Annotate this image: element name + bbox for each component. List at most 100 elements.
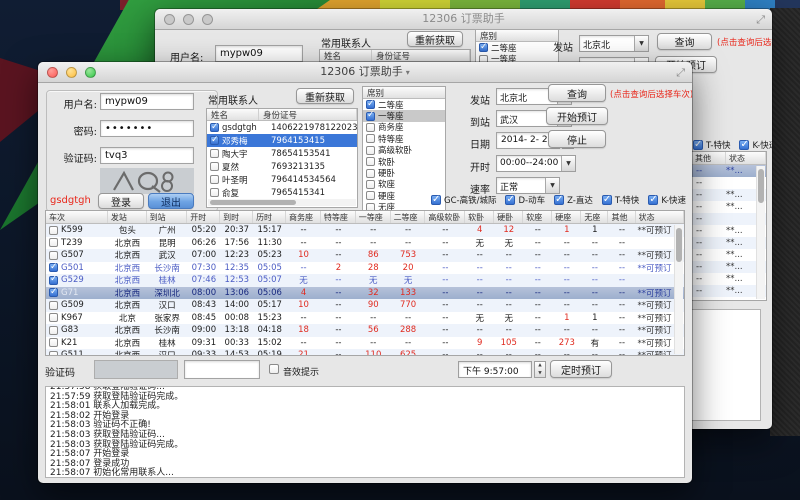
contact-checkbox[interactable] bbox=[210, 175, 219, 184]
password-input[interactable]: ••••••• bbox=[100, 120, 194, 137]
train-row[interactable]: G509北京西汉口08:4314:0005:1710--90770-------… bbox=[46, 299, 684, 312]
fullscreen-icon[interactable]: ⤢ bbox=[676, 66, 685, 80]
row-checkbox[interactable] bbox=[49, 276, 58, 285]
column-header[interactable]: 硬卧 bbox=[494, 211, 523, 223]
column-header[interactable]: 无座 bbox=[581, 211, 608, 223]
row-checkbox[interactable] bbox=[49, 301, 58, 310]
contact-row[interactable]: 俞复7965415341 bbox=[207, 186, 357, 199]
row-checkbox[interactable] bbox=[49, 238, 58, 247]
captcha-image[interactable] bbox=[100, 168, 194, 194]
background-window-titlebar[interactable]: 12306 订票助手 ⤢ bbox=[155, 9, 772, 30]
train-row[interactable]: K967北京张家界08:4500:0815:23----------无无--11… bbox=[46, 312, 684, 325]
main-window-titlebar[interactable]: 12306 订票助手▾ ⤢ bbox=[38, 62, 692, 83]
column-header[interactable]: 硬座 bbox=[552, 211, 581, 223]
train-type-checkbox[interactable] bbox=[431, 195, 441, 205]
train-row[interactable]: G529北京西桂林07:4612:5305:07无--无无-----------… bbox=[46, 274, 684, 287]
seat-class-row[interactable]: 特等座 bbox=[363, 133, 445, 144]
seat-class-row[interactable]: 高级软卧 bbox=[363, 145, 445, 156]
bg-scrollbar[interactable] bbox=[756, 166, 765, 299]
bg-results-strip[interactable]: 其他 状态 --**...----**...--**...----**...--… bbox=[691, 151, 767, 301]
seat-checkbox[interactable] bbox=[479, 43, 488, 52]
train-type-checkbox[interactable] bbox=[602, 195, 612, 205]
column-header[interactable]: 特等座 bbox=[321, 211, 356, 223]
train-row[interactable]: G507北京西武汉07:0012:2305:2310--86753-------… bbox=[46, 249, 684, 262]
contact-checkbox[interactable] bbox=[210, 162, 219, 171]
column-header[interactable]: 历时 bbox=[253, 211, 286, 223]
dropdown-arrow-icon[interactable]: ▼ bbox=[561, 156, 575, 171]
dropdown-arrow-icon[interactable]: ▼ bbox=[545, 178, 559, 193]
seat-checkbox[interactable] bbox=[366, 180, 375, 189]
contact-checkbox[interactable] bbox=[210, 123, 219, 132]
column-header[interactable]: 到站 bbox=[147, 211, 188, 223]
bg-result-row[interactable]: --**... bbox=[692, 237, 766, 249]
contact-row[interactable]: 叶圣明796414534564 bbox=[207, 173, 357, 186]
row-checkbox[interactable] bbox=[49, 251, 58, 260]
query-button[interactable]: 查询 bbox=[548, 84, 606, 102]
bg-result-row[interactable]: --**... bbox=[692, 225, 766, 237]
bg-query-button[interactable]: 查询 bbox=[657, 33, 712, 50]
fg-type-item[interactable]: Z-直达 bbox=[554, 194, 593, 206]
timer-stepper[interactable]: ▲ ▼ bbox=[534, 361, 546, 378]
seat-checkbox[interactable] bbox=[366, 123, 375, 132]
bg-result-row[interactable]: -- bbox=[692, 177, 766, 189]
contacts-hscrollbar[interactable] bbox=[208, 199, 356, 206]
train-row[interactable]: G511北京西汉口09:3314:5305:1921--110625------… bbox=[46, 349, 684, 356]
fg-type-item[interactable]: D-动车 bbox=[505, 194, 545, 206]
bg-result-row[interactable]: --**... bbox=[692, 261, 766, 273]
column-header[interactable]: 高级软卧 bbox=[425, 211, 465, 223]
sound-checkbox[interactable] bbox=[269, 364, 279, 374]
contact-checkbox[interactable] bbox=[210, 188, 219, 197]
contact-row[interactable]: 夏然7693213135 bbox=[207, 160, 357, 173]
column-header[interactable]: 软卧 bbox=[465, 211, 494, 223]
zoom-icon[interactable] bbox=[202, 14, 213, 25]
fg-type-item[interactable]: GC-高铁/城际 bbox=[431, 194, 496, 206]
bg-result-row[interactable]: --**... bbox=[692, 189, 766, 201]
train-table[interactable]: 车次发站到站开时到时历时商务座特等座一等座二等座高级软卧软卧硬卧软座硬座无座其他… bbox=[45, 210, 685, 356]
bg-result-row[interactable]: -- bbox=[692, 213, 766, 225]
row-checkbox[interactable] bbox=[49, 338, 58, 347]
train-row[interactable]: G501北京西长沙南07:3012:3505:05--22820--------… bbox=[46, 262, 684, 275]
seat-checkbox[interactable] bbox=[366, 100, 375, 109]
depart-time-select[interactable]: 00:00--24:00 ▼ bbox=[496, 155, 576, 172]
contacts-list[interactable]: 姓名 身份证号 gsdgtgh140622197812202315邓秀梅7964… bbox=[206, 108, 358, 208]
column-header[interactable]: 其他 bbox=[608, 211, 635, 223]
train-type-checkbox[interactable] bbox=[693, 140, 703, 150]
bg-result-row[interactable]: --**... bbox=[692, 201, 766, 213]
column-header[interactable]: 开时 bbox=[187, 211, 220, 223]
close-icon[interactable] bbox=[164, 14, 175, 25]
fg-type-item[interactable]: K-快速 bbox=[648, 194, 686, 206]
minimize-icon[interactable] bbox=[66, 67, 77, 78]
train-row[interactable]: G71北京西深圳北08:0013:0605:064--32133--------… bbox=[46, 287, 684, 300]
bg-username-input[interactable]: mypw09 bbox=[215, 45, 303, 62]
bg-refresh-button[interactable]: 重新获取 bbox=[407, 31, 463, 47]
row-checkbox[interactable] bbox=[49, 288, 58, 297]
dropdown-arrow-icon[interactable]: ▼ bbox=[634, 36, 648, 51]
row-checkbox[interactable] bbox=[49, 313, 58, 322]
contact-row[interactable]: 邓秀梅7964153415 bbox=[207, 134, 357, 147]
train-type-checkbox[interactable] bbox=[505, 195, 515, 205]
bottom-captcha-image[interactable] bbox=[94, 360, 178, 379]
timer-book-button[interactable]: 定时预订 bbox=[550, 360, 612, 378]
login-button[interactable]: 登录 bbox=[98, 193, 144, 209]
seat-checkbox[interactable] bbox=[366, 157, 375, 166]
stop-button[interactable]: 停止 bbox=[548, 130, 606, 148]
column-header[interactable]: 一等座 bbox=[356, 211, 391, 223]
train-type-checkbox[interactable] bbox=[739, 140, 749, 150]
train-type-checkbox[interactable] bbox=[554, 195, 564, 205]
bg-result-row[interactable]: --**... bbox=[692, 249, 766, 261]
row-checkbox[interactable] bbox=[49, 326, 58, 335]
speed-select[interactable]: 正常 ▼ bbox=[496, 177, 560, 194]
book-button[interactable]: 开始预订 bbox=[546, 107, 608, 125]
close-icon[interactable] bbox=[47, 67, 58, 78]
zoom-icon[interactable] bbox=[85, 67, 96, 78]
seat-checkbox[interactable] bbox=[366, 169, 375, 178]
bottom-captcha-input[interactable] bbox=[184, 360, 260, 379]
bg-seat-class-row[interactable]: 二等座 bbox=[476, 42, 558, 53]
seat-class-row[interactable]: 二等座 bbox=[363, 99, 445, 110]
train-row[interactable]: K21北京西桂林09:3100:3315:02----------9105--2… bbox=[46, 337, 684, 350]
contact-checkbox[interactable] bbox=[210, 149, 219, 158]
column-header[interactable]: 二等座 bbox=[391, 211, 426, 223]
row-checkbox[interactable] bbox=[49, 226, 58, 235]
timer-time-input[interactable]: 下午 9:57:00 bbox=[458, 361, 532, 378]
bg-result-row[interactable]: --**... bbox=[692, 165, 766, 177]
